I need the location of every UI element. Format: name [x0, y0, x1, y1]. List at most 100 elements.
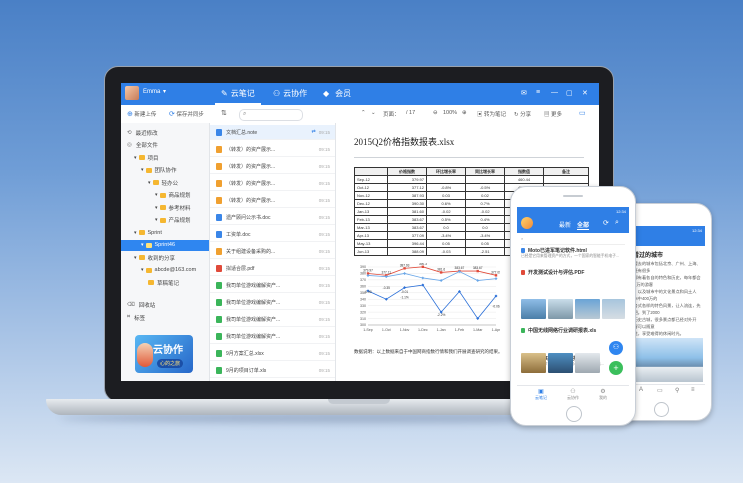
- data-label: -0.01: [401, 290, 408, 294]
- tab-notes[interactable]: ✎ 云笔记: [215, 88, 261, 105]
- x-tick-label: 1-Nov: [400, 328, 410, 332]
- app-header: Emma ▾ ✎ 云笔记 ⚇ 云协作 ◆ 会员 ✉ ≡ — ▢ ✕: [121, 83, 599, 105]
- zoom-level[interactable]: 100%: [443, 110, 457, 116]
- file-list-item[interactable]: 我司单位游戏编解资产... 09:15: [210, 278, 335, 293]
- file-list-item[interactable]: 我司单位游戏编解资产... 09:15: [210, 312, 335, 327]
- file-time: 09:15: [318, 350, 330, 356]
- tab-all[interactable]: 全部: [577, 220, 590, 230]
- menu-icon[interactable]: ≡: [536, 89, 540, 96]
- chevron-down-icon[interactable]: ▾: [134, 155, 137, 161]
- sync-icon[interactable]: ⟳: [603, 219, 609, 227]
- price-index-chart: 3003103203303403503603703803901-Sep 1-Oct…: [360, 263, 500, 332]
- chevron-down-icon[interactable]: ▾: [163, 88, 166, 95]
- chevron-down-icon[interactable]: ▾: [134, 230, 137, 236]
- sidebar-item[interactable]: ⌫ 回收站: [121, 300, 209, 311]
- phone-image-strip: [517, 299, 629, 321]
- page-info[interactable]: / 17: [406, 110, 415, 116]
- sidebar-item[interactable]: ▾ abcde@163.com: [121, 265, 209, 276]
- sidebar-item[interactable]: ▾ Sprint46: [121, 239, 209, 251]
- avatar[interactable]: [125, 86, 139, 100]
- file-type-icon: [216, 196, 222, 204]
- file-list-item[interactable]: （转发）的资产展示... 09:15: [210, 159, 335, 174]
- data-label: 377.09: [491, 270, 500, 274]
- file-list-item[interactable]: 拟适合层.pdf 09:15: [210, 261, 335, 276]
- sidebar-item[interactable]: ▾ 项目: [121, 152, 209, 163]
- sidebar-item[interactable]: 草稿笔记: [121, 277, 209, 288]
- sidebar-item[interactable]: ⌗ 标签: [121, 312, 209, 323]
- file-list-item[interactable]: （转发）的资产展示... 09:15: [210, 142, 335, 157]
- convert-button[interactable]: ▣ 转为笔记: [477, 110, 506, 118]
- file-list-item[interactable]: 工资单.doc 09:15: [210, 227, 335, 242]
- more-button[interactable]: ▤ 更多: [544, 110, 562, 118]
- sort-icon[interactable]: ⇅: [221, 109, 227, 117]
- sidebar-item[interactable]: ◎ 全部文件: [121, 140, 209, 151]
- chevron-down-icon[interactable]: ▾: [155, 217, 158, 223]
- chevron-down-icon[interactable]: ▾: [155, 192, 158, 198]
- laptop-notch: [328, 399, 390, 404]
- sidebar-item[interactable]: ⟲ 最近修改: [121, 127, 209, 138]
- collab-fab[interactable]: ⚇: [609, 341, 623, 355]
- search-icon[interactable]: ⌕: [615, 219, 619, 227]
- file-list-item[interactable]: 遗产顾问公示书.doc 09:15: [210, 210, 335, 225]
- nav-collab[interactable]: ⚇ 云协作: [567, 388, 579, 401]
- chevron-down-icon[interactable]: ▾: [134, 255, 137, 261]
- sidebar-item[interactable]: ▾ 收到的分享: [121, 252, 209, 263]
- image-icon[interactable]: ▭: [657, 387, 663, 394]
- chevron-down-icon[interactable]: ▾: [141, 242, 144, 248]
- file-list-item[interactable]: 文档汇总.note ⇄ 09:15: [210, 125, 335, 140]
- tab-vip[interactable]: ◆ 会员: [323, 88, 351, 99]
- phone-avatar[interactable]: [521, 217, 533, 229]
- zoom-out-icon[interactable]: ⊖: [433, 110, 438, 116]
- sidebar-item[interactable]: ▾ 参考材料: [121, 202, 209, 213]
- file-list-item[interactable]: 我司单位游戏编解资产... 09:15: [210, 329, 335, 344]
- user-name[interactable]: Emma: [143, 89, 160, 95]
- zoom-in-icon[interactable]: ⊕: [462, 110, 467, 116]
- table-cell: 383.67: [387, 215, 427, 224]
- thumbnail-image: [575, 299, 600, 319]
- file-list-item[interactable]: 关于组建设备采购的... 09:15: [210, 244, 335, 259]
- phone-search-bar[interactable]: ⌕: [521, 236, 625, 245]
- nav-notes[interactable]: ▣ 云笔记: [535, 388, 547, 401]
- file-list-item[interactable]: 我司单位游戏编解资产... 09:15: [210, 295, 335, 310]
- sidebar-item[interactable]: ▾ 团队协作: [121, 165, 209, 176]
- close-icon[interactable]: ✕: [582, 89, 588, 97]
- chevron-down-icon[interactable]: ▾: [155, 205, 158, 211]
- mail-icon[interactable]: ✉: [521, 89, 527, 97]
- maximize-icon[interactable]: ▢: [566, 89, 573, 97]
- file-list-item[interactable]: 9月的项目订单.xls 09:15: [210, 363, 335, 378]
- collapse-icon[interactable]: ⌃: [361, 110, 366, 116]
- sidebar-item[interactable]: ▾ 轻办公: [121, 177, 209, 188]
- attach-icon[interactable]: ⚲: [675, 387, 679, 394]
- new-upload-button[interactable]: ⊕ 新建上传: [127, 110, 156, 118]
- sidebar-item-label: 回收站: [138, 303, 156, 309]
- file-list-item[interactable]: 9月方案汇总.xlsx 09:15: [210, 346, 335, 361]
- phone-front-speaker: [563, 195, 583, 197]
- nav-me[interactable]: ⚙ 我的: [599, 388, 607, 401]
- sidebar-item[interactable]: ▾ 产品规划: [121, 215, 209, 226]
- file-name: （转发）的资产展示...: [226, 146, 276, 153]
- chevron-down-icon[interactable]: ▾: [141, 267, 144, 273]
- tab-latest[interactable]: 最新: [559, 220, 571, 229]
- chevron-down-icon[interactable]: ▾: [148, 180, 151, 186]
- sidebar-item[interactable]: ▾ 商品规划: [121, 190, 209, 201]
- phone-front-time: 12:34: [615, 209, 626, 214]
- expand-icon[interactable]: ⌄: [371, 110, 376, 116]
- data-label: 381.6: [437, 267, 445, 271]
- share-icon[interactable]: ⇄: [312, 129, 316, 135]
- share-button[interactable]: ↻ 分享: [514, 110, 531, 118]
- sidebar-item[interactable]: ▾ Sprint: [121, 227, 209, 238]
- layout-icon[interactable]: ▭: [579, 109, 586, 117]
- file-type-icon: [216, 332, 222, 340]
- file-list: 文档汇总.note ⇄ 09:15 （转发）的资产展示... 09:15 （转发）的资产展…: [210, 123, 336, 381]
- font-icon[interactable]: A: [639, 387, 643, 393]
- promo-banner[interactable]: 云协作 心的之旅: [135, 335, 193, 373]
- search-input[interactable]: ⌕: [239, 109, 303, 121]
- save-sync-button[interactable]: ⟳ 保存并同步: [169, 110, 204, 118]
- file-list-item[interactable]: （转发）的资产展示... 09:15: [210, 193, 335, 208]
- file-list-item[interactable]: （转发）的资产展示... 09:15: [210, 176, 335, 191]
- tab-collab[interactable]: ⚇ 云协作: [273, 88, 307, 99]
- chevron-down-icon[interactable]: ▾: [141, 167, 144, 173]
- minimize-icon[interactable]: —: [551, 89, 558, 96]
- add-fab[interactable]: +: [609, 361, 623, 375]
- list-icon[interactable]: ≡: [691, 387, 695, 393]
